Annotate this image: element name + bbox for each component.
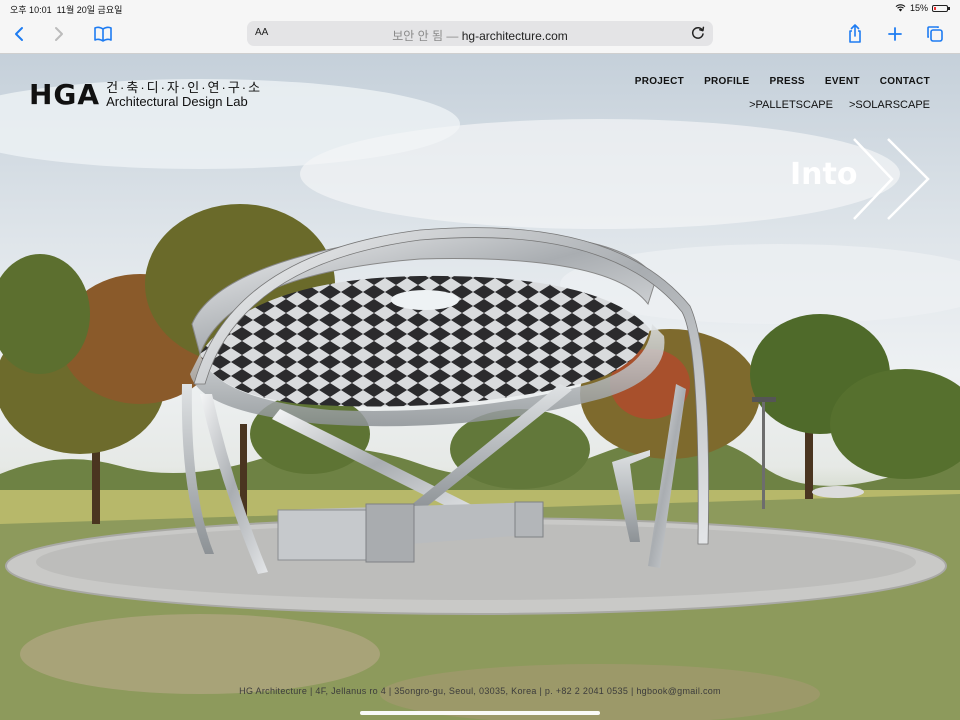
into-label: Into <box>790 157 858 192</box>
logo-mark: HGA <box>29 78 101 111</box>
share-button[interactable] <box>842 21 868 47</box>
battery-icon <box>932 4 950 12</box>
plus-icon <box>888 27 902 41</box>
chevron-left-icon <box>15 27 23 41</box>
nav-profile[interactable]: PROFILE <box>704 76 749 87</box>
battery-percent: 15% <box>909 3 928 13</box>
address-text: 보안 안 됨 — hg-architecture.com <box>247 27 713 44</box>
site-logo[interactable]: HGA 건·축·디·자·인·연·구·소 Architectural Design… <box>29 78 262 111</box>
hero-section: HGA 건·축·디·자·인·연·구·소 Architectural Design… <box>0 54 960 720</box>
battery-fill <box>934 6 936 10</box>
status-bar: 오후 10:01 11월 20일 금요일 15% <box>0 0 960 17</box>
double-chevron-right-icon <box>853 138 930 220</box>
nav-project[interactable]: PROJECT <box>635 76 684 87</box>
chevron-right-icon <box>55 27 63 41</box>
wifi-icon <box>895 4 906 12</box>
clock-time: 오후 10:01 <box>10 5 52 15</box>
tabs-icon <box>927 26 943 42</box>
logo-korean: 건·축·디·자·인·연·구·소 <box>106 79 263 95</box>
nav-event[interactable]: EVENT <box>825 76 860 87</box>
address-bar[interactable]: AA 보안 안 됨 — hg-architecture.com <box>247 21 713 46</box>
tabs-button[interactable] <box>922 21 948 47</box>
back-button[interactable] <box>6 21 32 47</box>
sub-nav: >PALLETSCAPE >SOLARSCAPE <box>749 99 930 111</box>
book-icon <box>94 26 112 42</box>
home-indicator[interactable] <box>360 711 600 715</box>
bookmarks-button[interactable] <box>90 21 116 47</box>
status-time: 오후 10:01 11월 20일 금요일 <box>10 3 122 16</box>
new-tab-button[interactable] <box>882 21 908 47</box>
status-right: 15% <box>895 3 950 13</box>
logo-english: Architectural Design Lab <box>106 93 248 109</box>
nav-contact[interactable]: CONTACT <box>880 76 930 87</box>
reload-icon[interactable] <box>689 24 707 42</box>
browser-toolbar: AA 보안 안 됨 — hg-architecture.com <box>0 17 960 54</box>
subnav-palletscape[interactable]: >PALLETSCAPE <box>749 99 833 111</box>
clock-date: 11월 20일 금요일 <box>56 5 123 15</box>
site-footer: HG Architecture | 4F, Jellanus ro 4 | 35… <box>239 686 721 696</box>
share-icon <box>849 24 861 43</box>
subnav-solarscape[interactable]: >SOLARSCAPE <box>849 99 930 111</box>
logo-text: 건·축·디·자·인·연·구·소 Architectural Design Lab <box>106 79 263 109</box>
main-nav: PROJECT PROFILE PRESS EVENT CONTACT <box>635 76 930 87</box>
forward-button[interactable] <box>46 21 72 47</box>
nav-press[interactable]: PRESS <box>770 76 805 87</box>
into-button[interactable]: Into <box>788 137 938 222</box>
security-label: 보안 안 됨 — <box>392 29 459 43</box>
url-text: hg-architecture.com <box>461 29 568 43</box>
